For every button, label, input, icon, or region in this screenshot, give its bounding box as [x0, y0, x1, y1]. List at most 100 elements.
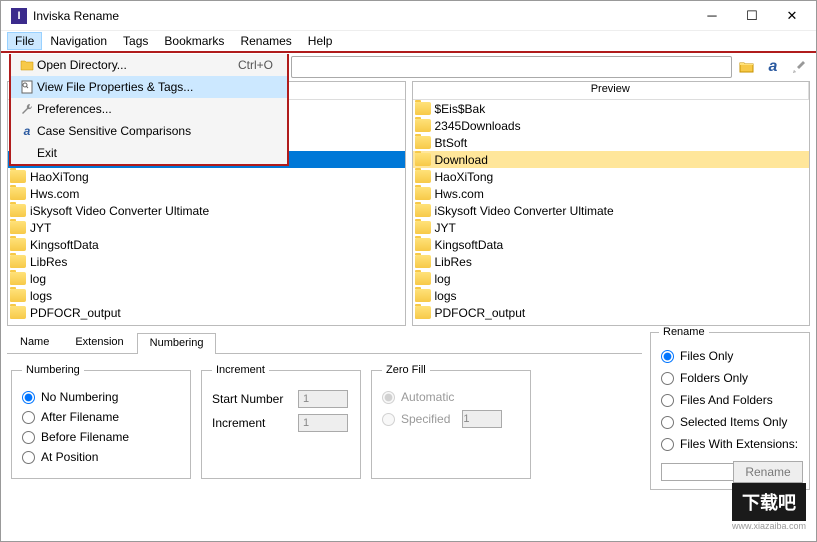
zerofill-group: Zero Fill Automatic Specified	[371, 364, 531, 479]
menu-renames[interactable]: Renames	[232, 32, 299, 50]
radio-before-filename[interactable]: Before Filename	[22, 430, 180, 444]
minimize-button[interactable]: ─	[692, 1, 732, 31]
rename-legend: Rename	[659, 326, 709, 338]
file-name-label: 2345Downloads	[435, 119, 521, 133]
folder-icon	[415, 102, 431, 115]
radio-at-position[interactable]: At Position	[22, 450, 180, 464]
rename-group: Rename Files Only Folders Only Files And…	[650, 332, 810, 490]
file-name-label: BtSoft	[435, 136, 468, 150]
file-name-label: iSkysoft Video Converter Ultimate	[435, 204, 614, 218]
menu-bookmarks[interactable]: Bookmarks	[156, 32, 232, 50]
file-name-label: HaoXiTong	[30, 170, 89, 184]
file-name-label: JYT	[435, 221, 456, 235]
titlebar: I Inviska Rename ─ ☐ ✕	[1, 1, 816, 31]
file-name-label: KingsoftData	[30, 238, 99, 252]
menu-open-directory[interactable]: Open Directory... Ctrl+O	[11, 54, 287, 76]
list-item[interactable]: Hws.com	[413, 185, 810, 202]
list-item[interactable]: PDFOCR_output	[8, 304, 405, 321]
tab-numbering[interactable]: Numbering	[137, 333, 217, 354]
increment-input[interactable]	[298, 414, 348, 432]
file-name-label: PDFOCR_output	[30, 306, 121, 320]
folder-icon	[10, 289, 26, 302]
app-icon: I	[11, 8, 27, 24]
file-name-label: $Eis$Bak	[435, 102, 486, 116]
menubar: File Navigation Tags Bookmarks Renames H…	[1, 31, 816, 51]
radio-zf-automatic[interactable]: Automatic	[382, 390, 520, 404]
file-name-label: logs	[30, 289, 52, 303]
menu-help[interactable]: Help	[300, 32, 341, 50]
menu-tags[interactable]: Tags	[115, 32, 156, 50]
folder-icon	[415, 306, 431, 319]
folder-icon	[10, 238, 26, 251]
zerofill-legend: Zero Fill	[382, 364, 430, 376]
wrench-icon	[17, 102, 37, 116]
menu-navigation[interactable]: Navigation	[42, 32, 115, 50]
list-item[interactable]: 2345Downloads	[413, 117, 810, 134]
file-name-label: HaoXiTong	[435, 170, 494, 184]
file-name-label: logs	[435, 289, 457, 303]
preview-column-header[interactable]: Preview	[413, 82, 810, 99]
list-item[interactable]: iSkysoft Video Converter Ultimate	[8, 202, 405, 219]
list-item[interactable]: JYT	[8, 219, 405, 236]
list-item[interactable]: JYT	[413, 219, 810, 236]
list-item[interactable]: log	[8, 270, 405, 287]
folder-icon	[415, 136, 431, 149]
settings-button[interactable]	[788, 56, 810, 78]
tab-name[interactable]: Name	[7, 332, 62, 353]
right-file-list[interactable]: $Eis$Bak 2345Downloads BtSoftDownload HaoXi…	[413, 100, 810, 325]
folder-icon	[10, 204, 26, 217]
folder-icon	[415, 204, 431, 217]
tabs-area: Name Extension Numbering Numbering No Nu…	[7, 332, 642, 490]
menu-case-sensitive[interactable]: a Case Sensitive Comparisons	[11, 120, 287, 142]
list-item[interactable]: Download	[413, 151, 810, 168]
list-item[interactable]: BtSoft	[413, 134, 810, 151]
menu-file[interactable]: File	[7, 32, 42, 50]
menu-view-properties[interactable]: View File Properties & Tags...	[11, 76, 287, 98]
folder-icon	[415, 289, 431, 302]
list-item[interactable]: KingsoftData	[8, 236, 405, 253]
zf-specified-input[interactable]	[462, 410, 502, 428]
radio-folders-only[interactable]: Folders Only	[661, 371, 799, 385]
radio-after-filename[interactable]: After Filename	[22, 410, 180, 424]
folder-icon	[415, 238, 431, 251]
radio-files-and-folders[interactable]: Files And Folders	[661, 393, 799, 407]
tab-extension[interactable]: Extension	[62, 332, 136, 353]
rename-button[interactable]: Rename	[733, 461, 803, 483]
list-item[interactable]: LibRes	[413, 253, 810, 270]
list-item[interactable]: LibRes	[8, 253, 405, 270]
list-item[interactable]: logs	[413, 287, 810, 304]
path-input-main[interactable]	[291, 56, 732, 78]
radio-selected-only[interactable]: Selected Items Only	[661, 415, 799, 429]
list-item[interactable]: Hws.com	[8, 185, 405, 202]
letter-a-icon: a	[17, 124, 37, 138]
folder-icon	[415, 221, 431, 234]
list-item[interactable]: $Eis$Bak	[413, 100, 810, 117]
file-name-label: JYT	[30, 221, 51, 235]
radio-files-only[interactable]: Files Only	[661, 349, 799, 363]
folder-icon	[10, 187, 26, 200]
list-item[interactable]: PDFOCR_output	[413, 304, 810, 321]
close-button[interactable]: ✕	[772, 1, 812, 31]
radio-zf-specified[interactable]: Specified	[382, 410, 520, 428]
menu-exit[interactable]: Exit	[11, 142, 287, 164]
open-folder-button[interactable]	[736, 56, 758, 78]
folder-icon	[10, 170, 26, 183]
radio-files-with-ext[interactable]: Files With Extensions:	[661, 437, 799, 451]
increment-group: Increment Start Number Increment	[201, 364, 361, 479]
numbering-legend: Numbering	[22, 364, 84, 376]
file-name-label: log	[30, 272, 46, 286]
list-item[interactable]: iSkysoft Video Converter Ultimate	[413, 202, 810, 219]
list-item[interactable]: HaoXiTong	[8, 168, 405, 185]
increment-legend: Increment	[212, 364, 269, 376]
case-toggle-button[interactable]: a	[762, 56, 784, 78]
list-item[interactable]: log	[413, 270, 810, 287]
increment-field: Increment	[212, 414, 350, 432]
maximize-button[interactable]: ☐	[732, 1, 772, 31]
list-item[interactable]: HaoXiTong	[413, 168, 810, 185]
folder-icon	[415, 119, 431, 132]
menu-preferences[interactable]: Preferences...	[11, 98, 287, 120]
start-number-input[interactable]	[298, 390, 348, 408]
list-item[interactable]: logs	[8, 287, 405, 304]
list-item[interactable]: KingsoftData	[413, 236, 810, 253]
radio-no-numbering[interactable]: No Numbering	[22, 390, 180, 404]
